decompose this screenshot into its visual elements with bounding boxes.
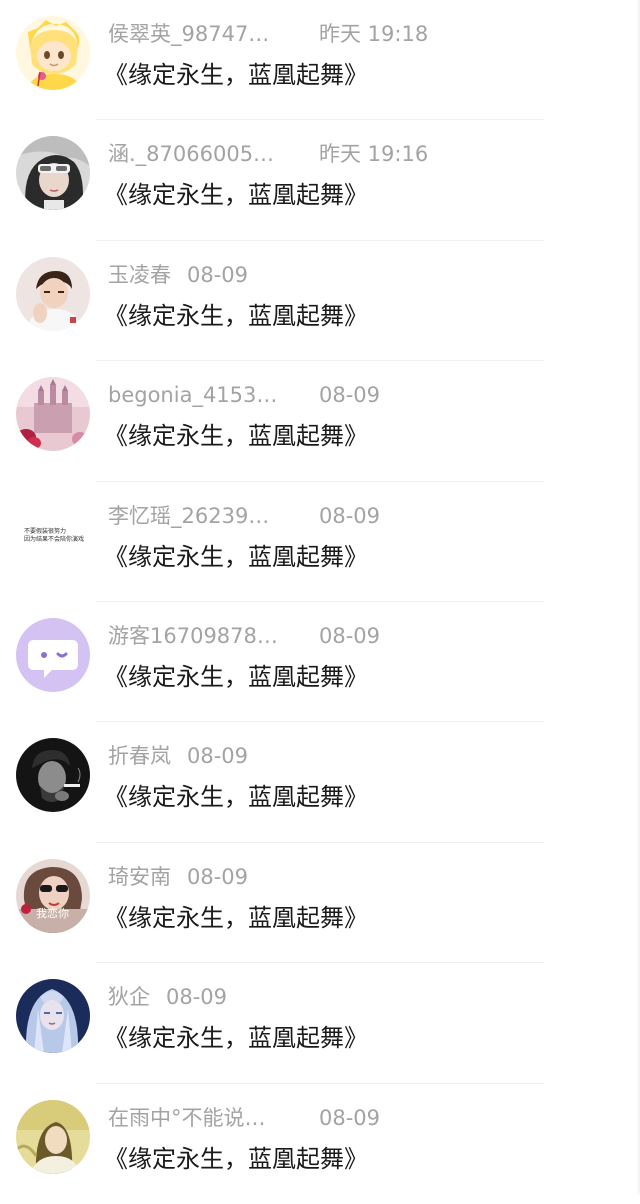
username[interactable]: 狄企	[108, 983, 150, 1011]
avatar[interactable]	[16, 377, 90, 452]
username[interactable]: 在雨中°不能说…	[108, 1104, 266, 1132]
avatar[interactable]	[16, 256, 90, 331]
boy-avatar-icon	[16, 256, 90, 331]
comment-meta: begonia_4153… 08-09	[108, 381, 568, 409]
comment-item[interactable]: 游客16709878… 08-09 《缘定永生，蓝凰起舞》	[0, 602, 640, 723]
comment-text: 《缘定永生，蓝凰起舞》	[104, 1024, 368, 1053]
username[interactable]: 涵._87066005…	[108, 140, 274, 168]
timestamp: 08-09	[187, 262, 249, 287]
avatar-text-line-1: 不要假装很努力	[24, 527, 66, 535]
anime-silver-hair-avatar-icon	[16, 979, 90, 1054]
girl-sunglasses-avatar-icon: 我恋你	[16, 858, 90, 933]
timestamp: 08-09	[319, 383, 381, 408]
smoking-man-avatar-icon	[16, 738, 90, 813]
avatar[interactable]	[16, 979, 90, 1054]
comment-text: 《缘定永生，蓝凰起舞》	[104, 903, 368, 932]
timestamp: 08-09	[319, 503, 381, 528]
comment-item[interactable]: 玉凌春 08-09 《缘定永生，蓝凰起舞》	[0, 241, 640, 362]
comment-text: 《缘定永生，蓝凰起舞》	[104, 662, 368, 691]
comment-meta: 涵._87066005… 昨天 19:16	[108, 140, 568, 168]
timestamp: 08-09	[187, 744, 249, 769]
avatar-caption: 我恋你	[36, 906, 69, 920]
comment-text: 《缘定永生，蓝凰起舞》	[104, 181, 368, 210]
comment-text: 《缘定永生，蓝凰起舞》	[104, 61, 368, 89]
timestamp: 08-09	[187, 864, 249, 889]
cartoon-blond-avatar-icon	[16, 16, 90, 90]
avatar[interactable]: 不要假装很努力 因为结果不会陪你演戏	[16, 497, 90, 572]
comment-list: 侯翠英_98747… 昨天 19:18 《缘定永生，蓝凰起舞》 涵._87066…	[0, 0, 640, 1204]
comment-meta: 侯翠英_98747… 昨天 19:18	[108, 20, 568, 48]
text-avatar-icon: 不要假装很努力 因为结果不会陪你演戏	[16, 497, 90, 572]
avatar[interactable]	[16, 738, 90, 813]
comment-meta: 在雨中°不能说… 08-09	[108, 1104, 568, 1132]
comment-item[interactable]: 我恋你 琦安南 08-09 《缘定永生，蓝凰起舞》	[0, 843, 640, 964]
comment-item[interactable]: 侯翠英_98747… 昨天 19:18 《缘定永生，蓝凰起舞》	[0, 0, 640, 121]
timestamp: 08-09	[319, 1105, 381, 1130]
username[interactable]: 李忆瑶_26239…	[108, 502, 269, 530]
avatar[interactable]	[16, 136, 90, 211]
purple-chat-avatar-icon	[16, 617, 90, 692]
timestamp: 08-09	[166, 985, 228, 1010]
comment-text: 《缘定永生，蓝凰起舞》	[104, 1144, 368, 1173]
username[interactable]: begonia_4153…	[108, 381, 277, 409]
comment-item[interactable]: 不要假装很努力 因为结果不会陪你演戏 李忆瑶_26239… 08-09 《缘定永…	[0, 482, 640, 602]
avatar[interactable]	[16, 617, 90, 692]
username[interactable]: 琦安南	[108, 863, 171, 891]
comment-meta: 琦安南 08-09	[108, 863, 568, 891]
pink-castle-avatar-icon	[16, 377, 90, 452]
comment-meta: 折春岚 08-09	[108, 742, 568, 770]
comment-item[interactable]: 在雨中°不能说… 08-09 《缘定永生，蓝凰起舞》	[0, 1084, 640, 1204]
username[interactable]: 游客16709878…	[108, 622, 278, 650]
avatar-text-line-2: 因为结果不会陪你演戏	[24, 535, 84, 543]
comment-meta: 玉凌春 08-09	[108, 261, 568, 289]
girl-mask-avatar-icon	[16, 136, 90, 211]
username[interactable]: 侯翠英_98747…	[108, 20, 269, 48]
comment-text: 《缘定永生，蓝凰起舞》	[104, 301, 368, 330]
comment-item[interactable]: 涵._87066005… 昨天 19:16 《缘定永生，蓝凰起舞》	[0, 120, 640, 241]
comment-meta: 李忆瑶_26239… 08-09	[108, 502, 568, 530]
comment-item[interactable]: 折春岚 08-09 《缘定永生，蓝凰起舞》	[0, 722, 640, 843]
timestamp: 08-09	[319, 623, 381, 648]
comment-text: 《缘定永生，蓝凰起舞》	[104, 542, 368, 571]
avatar[interactable]	[16, 1099, 90, 1174]
comment-meta: 游客16709878… 08-09	[108, 622, 568, 650]
username[interactable]: 折春岚	[108, 742, 171, 770]
comment-item[interactable]: 狄企 08-09 《缘定永生，蓝凰起舞》	[0, 963, 640, 1084]
comment-meta: 狄企 08-09	[108, 983, 568, 1011]
timestamp: 昨天 19:16	[319, 142, 429, 167]
username[interactable]: 玉凌春	[108, 261, 171, 289]
comment-item[interactable]: begonia_4153… 08-09 《缘定永生，蓝凰起舞》	[0, 361, 640, 482]
yellow-girl-avatar-icon	[16, 1099, 90, 1174]
comment-text: 《缘定永生，蓝凰起舞》	[104, 422, 368, 451]
avatar[interactable]	[16, 16, 90, 90]
comment-text: 《缘定永生，蓝凰起舞》	[104, 783, 368, 812]
scroll-edge-shadow	[636, 0, 640, 1194]
timestamp: 昨天 19:18	[319, 22, 429, 46]
avatar[interactable]: 我恋你	[16, 858, 90, 933]
